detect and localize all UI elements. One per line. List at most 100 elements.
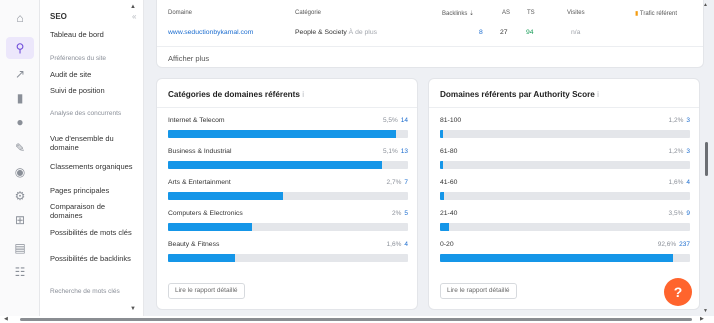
sidebar-heading: SEO xyxy=(50,12,67,21)
referring-domains-table: Domaine Catégorie Backlinks ⇣ AS TS Visi… xyxy=(156,0,704,68)
bar-track xyxy=(440,254,690,262)
row-label: Internet & Telecom xyxy=(168,117,225,124)
bar-fill xyxy=(168,192,284,200)
scroll-left-icon[interactable]: ◀ xyxy=(4,316,8,322)
info-icon[interactable]: i xyxy=(302,90,304,99)
row-count-link[interactable]: 237 xyxy=(679,241,690,248)
sidebar-item: Analyse des concurrents xyxy=(50,110,122,117)
authority-card: Domaines référents par Authority Score i… xyxy=(428,78,700,310)
scroll-down-icon[interactable]: ▼ xyxy=(703,308,708,314)
sidebar-item[interactable]: Comparaison de domaines xyxy=(50,202,136,220)
row-count-link[interactable]: 4 xyxy=(686,179,690,186)
row-label: 81-100 xyxy=(440,117,462,124)
traffic-icon: ▮ xyxy=(635,11,639,17)
authority-card-title-text: Domaines référents par Authority Score xyxy=(440,90,595,99)
row-count-link[interactable]: 14 xyxy=(401,117,408,124)
row-percent: 2,7% xyxy=(386,179,402,186)
ai-icon[interactable]: ⚙ xyxy=(12,188,28,204)
social-icon[interactable]: ◉ xyxy=(12,164,28,180)
page-scrollbar[interactable]: ▲ ▼ xyxy=(702,0,710,316)
row-label: 0-20 xyxy=(440,241,454,248)
row-label: Beauty & Fitness xyxy=(168,241,220,248)
bar-fill xyxy=(168,254,236,262)
icon-rail: ⌂ ⚲ ↗ ▮ ● ✎ ◉ ⚙ ⊞ ▤ ☷ xyxy=(0,0,40,316)
column-header-category[interactable]: Catégorie xyxy=(295,10,321,16)
sidebar-item[interactable]: Possibilités de backlinks xyxy=(50,254,136,263)
row-count-link[interactable]: 9 xyxy=(686,210,690,217)
column-header-as[interactable]: AS xyxy=(502,10,510,16)
row-percent: 2% xyxy=(391,210,402,217)
categories-card-title: Catégories de domaines référents i xyxy=(168,90,304,99)
bar-track xyxy=(168,130,408,138)
row-count-link[interactable]: 3 xyxy=(686,148,690,155)
horizontal-scrollbar-thumb[interactable] xyxy=(20,318,692,321)
sidebar-item[interactable]: Tableau de bord xyxy=(50,30,136,39)
as-cell: 27 xyxy=(500,29,508,36)
row-percent: 1,2% xyxy=(668,117,684,124)
row-percent: 92,6% xyxy=(657,241,677,248)
local-icon[interactable]: ● xyxy=(12,114,28,130)
categories-report-button[interactable]: Lire le rapport détaillé xyxy=(168,283,245,299)
bar-track xyxy=(168,254,408,262)
traffic-header-label: Trafic référent xyxy=(639,11,677,17)
more-icon[interactable]: ☷ xyxy=(12,264,28,280)
column-header-visits[interactable]: Visites xyxy=(567,10,585,16)
column-header-traffic[interactable]: ▮ Trafic référent xyxy=(635,10,677,17)
row-count-link[interactable]: 7 xyxy=(404,179,408,186)
seo-icon[interactable]: ⚲ xyxy=(6,37,34,59)
backlinks-cell[interactable]: 8 xyxy=(479,29,483,36)
row-label: Arts & Entertainment xyxy=(168,179,231,186)
column-header-domain[interactable]: Domaine xyxy=(168,10,192,16)
domain-link[interactable]: www.seductionbykamal.com xyxy=(168,29,253,36)
help-button[interactable]: ? xyxy=(664,278,692,306)
sidebar-item[interactable]: Pages principales xyxy=(50,186,136,195)
horizontal-scrollbar[interactable]: ◀ ▶ xyxy=(0,316,714,323)
advertising-icon[interactable]: ↗ xyxy=(12,66,28,82)
row-value: 1,2% 3 xyxy=(669,148,690,155)
seo-sidebar: SEO « Tableau de bord Préférences du site… xyxy=(40,0,144,316)
row-count-link[interactable]: 3 xyxy=(686,117,690,124)
sidebar-item[interactable]: Possibilités de mots clés xyxy=(50,228,136,237)
reports-icon[interactable]: ▤ xyxy=(12,240,28,256)
bar-fill xyxy=(440,130,444,138)
authority-card-title: Domaines référents par Authority Score i xyxy=(440,90,599,99)
sidebar-item[interactable]: Suivi de position xyxy=(50,86,136,95)
row-value: 1,6% 4 xyxy=(387,241,408,248)
analytics-icon[interactable]: ▮ xyxy=(12,90,28,106)
sidebar-item[interactable]: Classements organiques xyxy=(50,162,136,171)
row-value: 5,1% 13 xyxy=(383,148,408,155)
sidebar-item: Préférences du site xyxy=(50,55,107,62)
row-value: 2,7% 7 xyxy=(387,179,408,186)
row-percent: 5,5% xyxy=(382,117,398,124)
home-icon[interactable]: ⌂ xyxy=(12,10,28,26)
column-header-backlinks[interactable]: Backlinks ⇣ xyxy=(442,10,474,17)
scroll-right-icon[interactable]: ▶ xyxy=(700,316,704,322)
row-label: 21-40 xyxy=(440,210,458,217)
bar-fill xyxy=(440,192,445,200)
row-value: 2% 5 xyxy=(392,210,408,217)
scrollbar-thumb[interactable] xyxy=(705,142,708,176)
column-header-ts[interactable]: TS xyxy=(527,10,535,16)
scroll-up-icon[interactable]: ▲ xyxy=(703,2,708,8)
sidebar-scroll-up-icon[interactable]: ▲ xyxy=(130,4,136,10)
authority-report-button[interactable]: Lire le rapport détaillé xyxy=(440,283,517,299)
sidebar-scroll-down-icon[interactable]: ▼ xyxy=(130,306,136,312)
info-icon[interactable]: i xyxy=(597,90,599,99)
row-percent: 1,6% xyxy=(386,241,402,248)
sidebar-item[interactable]: Vue d'ensemble du domaine xyxy=(50,134,136,152)
row-value: 1,6% 4 xyxy=(669,179,690,186)
row-count-link[interactable]: 13 xyxy=(401,148,408,155)
row-label: Computers & Electronics xyxy=(168,210,243,217)
collapse-sidebar-icon[interactable]: « xyxy=(132,12,136,21)
bar-track xyxy=(168,192,408,200)
sidebar-item[interactable]: Audit de site xyxy=(50,70,136,79)
row-count-link[interactable]: 5 xyxy=(404,210,408,217)
category-more-link[interactable]: À de plus xyxy=(349,29,377,36)
card-divider xyxy=(157,107,417,108)
apps-icon[interactable]: ⊞ xyxy=(12,212,28,228)
sidebar-item: Recherche de mots clés xyxy=(50,288,120,295)
content-icon[interactable]: ✎ xyxy=(12,140,28,156)
row-value: 92,6% 237 xyxy=(658,241,690,248)
row-count-link[interactable]: 4 xyxy=(404,241,408,248)
show-more-link[interactable]: Afficher plus xyxy=(168,54,209,63)
